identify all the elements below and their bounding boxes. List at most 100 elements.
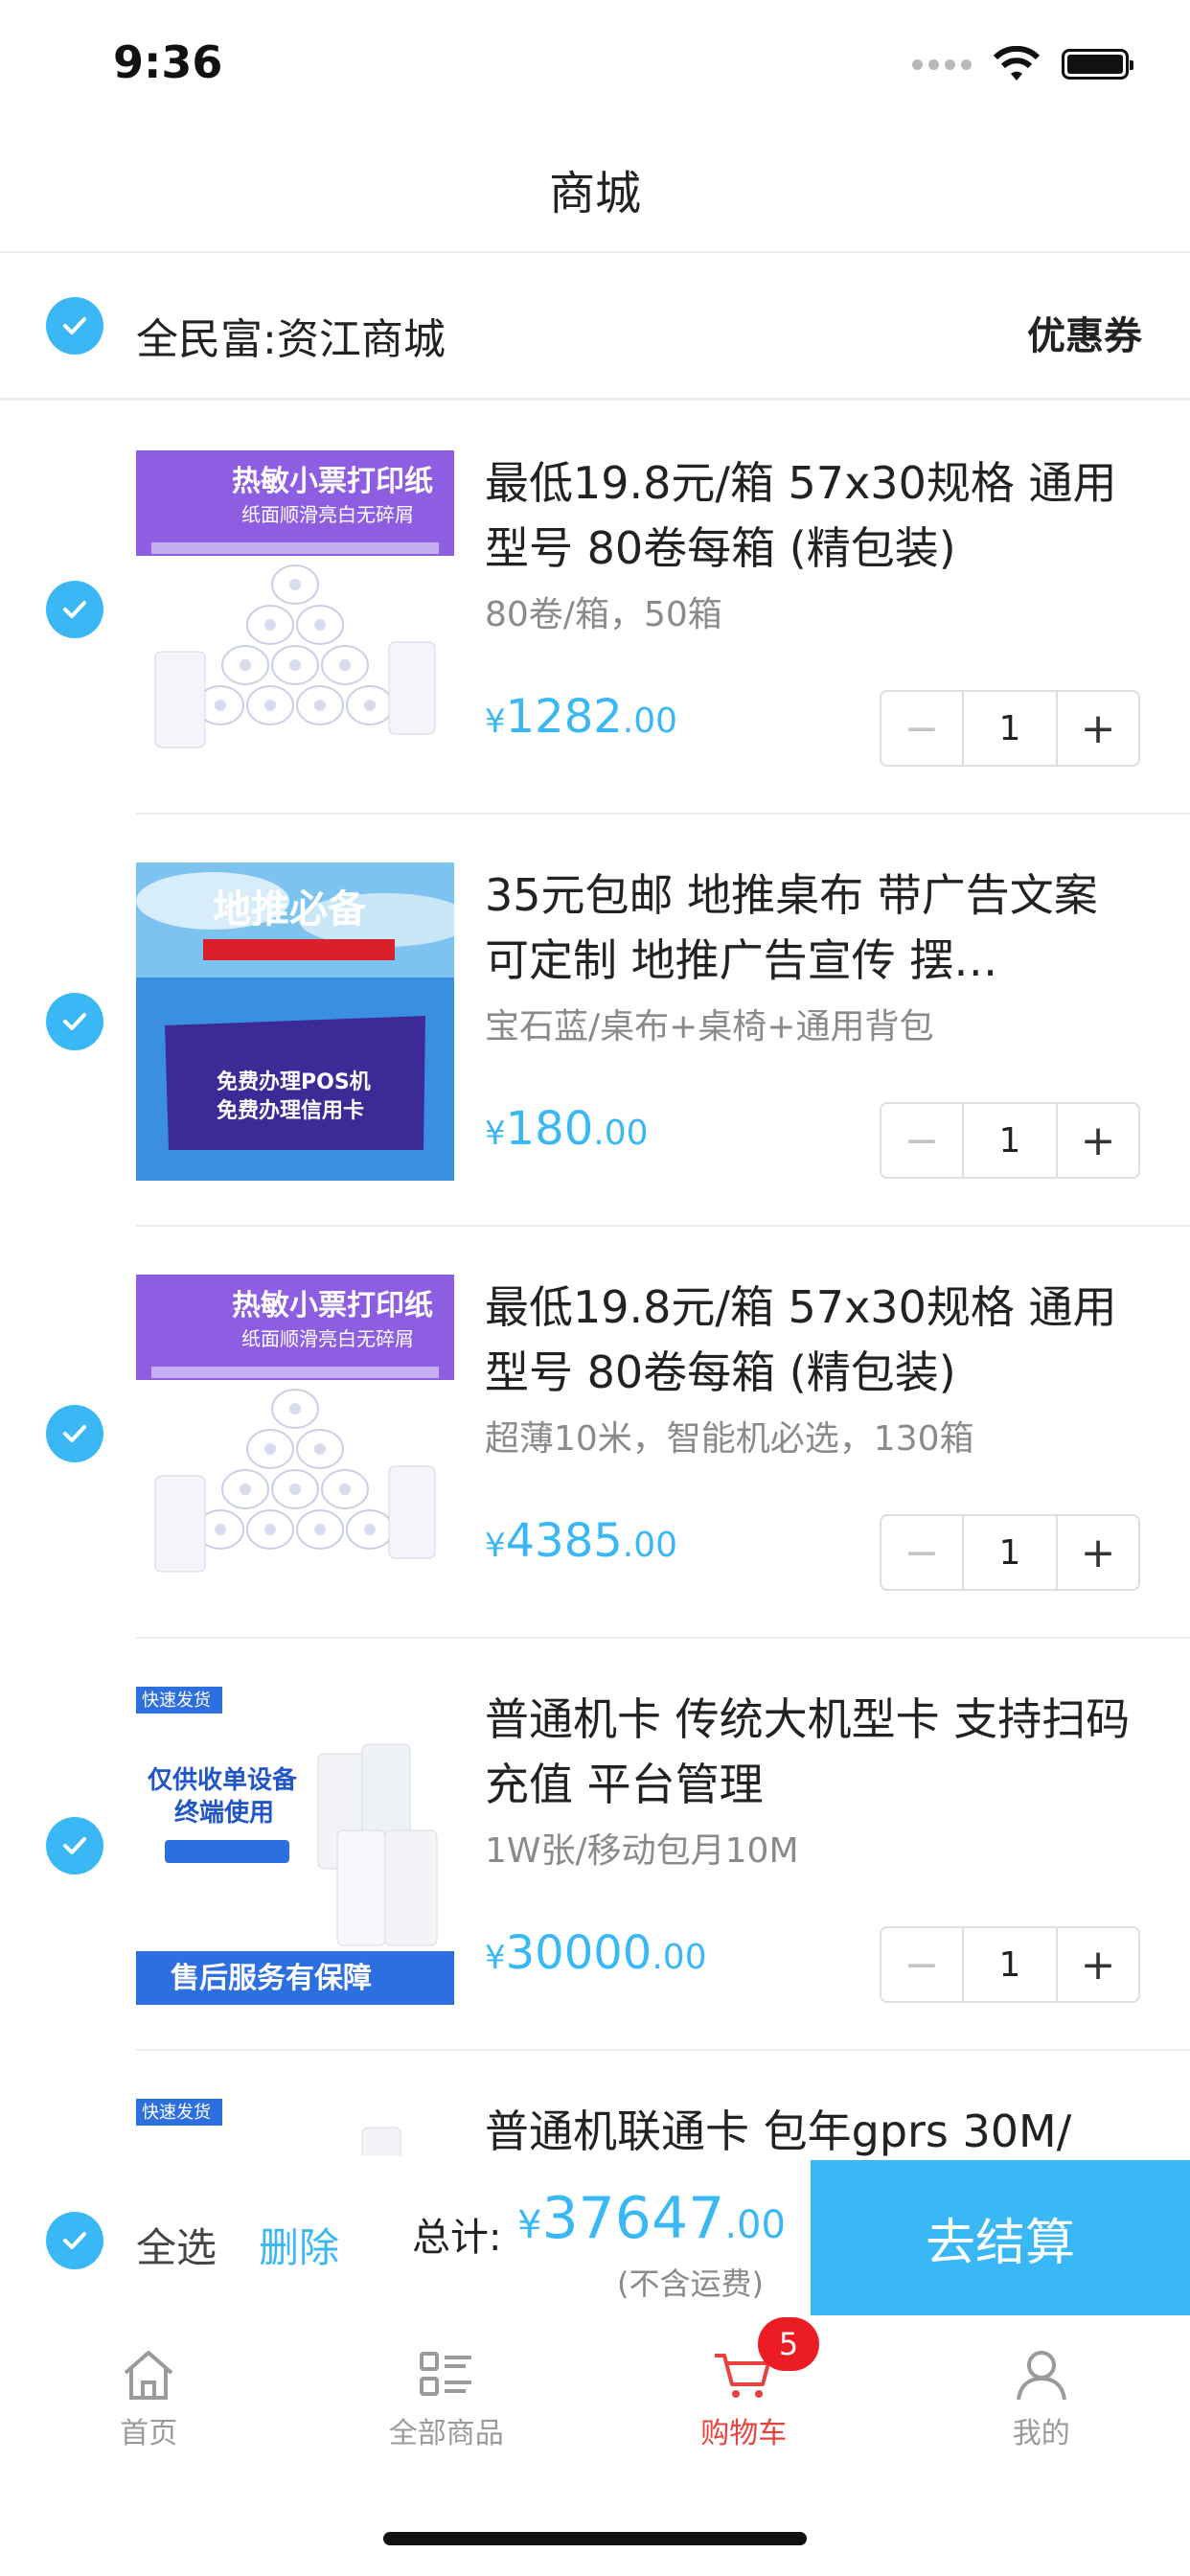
tab-label: 我的 bbox=[1012, 2417, 1070, 2450]
product-title[interactable]: 35元包邮 地推桌布 带广告文案 可定制 地推广告宣传 摆… bbox=[485, 862, 1136, 993]
item-select-checkbox[interactable] bbox=[46, 1405, 103, 1462]
increase-button[interactable]: + bbox=[1056, 1516, 1138, 1589]
cart-item[interactable]: 热敏小票打印纸 纸面顺滑亮白无碎屑 最低19.8元/箱 57x30规格 通用型号… bbox=[0, 402, 1190, 815]
product-title[interactable]: 最低19.8元/箱 57x30规格 通用型号 80卷每箱 (精包装) bbox=[485, 450, 1136, 581]
quantity-stepper[interactable]: − 1 + bbox=[880, 1102, 1140, 1179]
item-select-checkbox[interactable] bbox=[46, 581, 103, 638]
price-decimal: .00 bbox=[652, 1938, 707, 1977]
tab-cart[interactable]: 5 购物车 bbox=[595, 2315, 893, 2484]
store-name[interactable]: 全民富:资江商城 bbox=[136, 305, 446, 366]
tab-bar: 首页 全部商品 5 购物车 我的 bbox=[0, 2315, 1190, 2484]
tab-mine[interactable]: 我的 bbox=[893, 2315, 1190, 2484]
decrease-button[interactable]: − bbox=[881, 1104, 964, 1177]
product-image: 热敏小票打印纸 纸面顺滑亮白无碎屑 bbox=[136, 450, 454, 769]
svg-text:终端使用: 终端使用 bbox=[174, 1798, 274, 1828]
checkout-button[interactable]: 去结算 bbox=[811, 2160, 1190, 2315]
svg-text:售后服务有保障: 售后服务有保障 bbox=[171, 1962, 372, 1995]
increase-button[interactable]: + bbox=[1056, 692, 1138, 765]
price-currency: ¥ bbox=[485, 1939, 506, 1977]
quantity-value[interactable]: 1 bbox=[964, 692, 1056, 765]
product-title[interactable]: 普通机卡 传统大机型卡 支持扫码充值 平台管理 bbox=[485, 1687, 1136, 1817]
svg-text:纸面顺滑亮白无碎屑: 纸面顺滑亮白无碎屑 bbox=[241, 1327, 414, 1350]
price-currency: ¥ bbox=[485, 1527, 506, 1565]
svg-text:地推必备: 地推必备 bbox=[213, 887, 367, 932]
decrease-button[interactable]: − bbox=[881, 692, 964, 765]
delete-button[interactable]: 删除 bbox=[259, 2216, 339, 2274]
tab-all-products[interactable]: 全部商品 bbox=[298, 2315, 596, 2484]
status-time: 9:36 bbox=[113, 36, 223, 88]
list-icon bbox=[419, 2352, 471, 2396]
cart-item[interactable]: 快速发货 普通机联通卡 包年gprs 30M/ bbox=[0, 2051, 1190, 2156]
svg-text:免费办理信用卡: 免费办理信用卡 bbox=[217, 1098, 364, 1123]
product-spec: 80卷/箱，50箱 bbox=[485, 595, 722, 634]
quantity-stepper[interactable]: − 1 + bbox=[880, 690, 1140, 767]
price-integer: 1282 bbox=[505, 690, 623, 744]
cart-item[interactable]: 快速发货 仅供收单设备 终端使用 售后服务有保障 普通机卡 传统大机型卡 支持扫… bbox=[0, 1639, 1190, 2051]
product-price: ¥1282.00 bbox=[485, 690, 677, 744]
product-title[interactable]: 最低19.8元/箱 57x30规格 通用型号 80卷每箱 (精包装) bbox=[485, 1275, 1136, 1405]
home-indicator[interactable] bbox=[383, 2532, 807, 2545]
quantity-stepper[interactable]: − 1 + bbox=[880, 1514, 1140, 1591]
product-price: ¥4385.00 bbox=[485, 1514, 677, 1568]
product-spec: 超薄10米，智能机必选，130箱 bbox=[485, 1419, 974, 1459]
quantity-value[interactable]: 1 bbox=[964, 1516, 1056, 1589]
cart-item[interactable]: 地推必备 免费办理POS机 免费办理信用卡 35元包邮 地推桌布 带广告文案 可… bbox=[0, 815, 1190, 1227]
svg-text:快速发货: 快速发货 bbox=[142, 2103, 211, 2123]
tab-home[interactable]: 首页 bbox=[0, 2315, 298, 2484]
svg-text:免费办理POS机: 免费办理POS机 bbox=[217, 1070, 371, 1094]
home-icon bbox=[124, 2351, 173, 2400]
price-currency: ¥ bbox=[485, 702, 506, 741]
price-integer: 30000 bbox=[505, 1926, 652, 1980]
product-thumbnail[interactable]: 热敏小票打印纸 纸面顺滑亮白无碎屑 bbox=[136, 450, 454, 769]
cart-item[interactable]: 热敏小票打印纸 纸面顺滑亮白无碎屑 最低19.8元/箱 57x30规格 通用型号… bbox=[0, 1227, 1190, 1639]
check-icon bbox=[63, 1425, 86, 1442]
decrease-button[interactable]: − bbox=[881, 1928, 964, 2001]
increase-button[interactable]: + bbox=[1056, 1104, 1138, 1177]
product-price: ¥30000.00 bbox=[485, 1926, 707, 1980]
cart-list[interactable]: 热敏小票打印纸 纸面顺滑亮白无碎屑 最低19.8元/箱 57x30规格 通用型号… bbox=[0, 402, 1190, 2156]
decrease-button[interactable]: − bbox=[881, 1516, 964, 1589]
price-decimal: .00 bbox=[622, 702, 678, 741]
signal-icon bbox=[912, 58, 972, 70]
product-image: 快速发货 仅供收单设备 终端使用 售后服务有保障 bbox=[136, 1687, 454, 2005]
checkout-bar: 全选 删除 总计: ¥37647.00 (不含运费) 去结算 bbox=[0, 2160, 1190, 2315]
price-currency: ¥ bbox=[485, 1115, 506, 1153]
item-select-checkbox[interactable] bbox=[46, 1817, 103, 1874]
status-bar: 9:36 bbox=[0, 0, 1190, 126]
total-label: 总计: bbox=[412, 2216, 502, 2260]
product-title[interactable]: 普通机联通卡 包年gprs 30M/ bbox=[485, 2099, 1136, 2156]
product-thumbnail[interactable]: 快速发货 仅供收单设备 终端使用 售后服务有保障 bbox=[136, 1687, 454, 2005]
product-thumbnail[interactable]: 热敏小票打印纸 纸面顺滑亮白无碎屑 bbox=[136, 1275, 454, 1593]
product-image: 快速发货 bbox=[136, 2099, 454, 2156]
product-spec: 宝石蓝/桌布+桌椅+通用背包 bbox=[485, 1007, 934, 1046]
check-icon bbox=[63, 1837, 86, 1854]
tab-label: 全部商品 bbox=[388, 2417, 504, 2450]
product-thumbnail[interactable]: 地推必备 免费办理POS机 免费办理信用卡 bbox=[136, 862, 454, 1181]
quantity-value[interactable]: 1 bbox=[964, 1928, 1056, 2001]
status-icons bbox=[912, 46, 1133, 82]
item-select-checkbox[interactable] bbox=[46, 993, 103, 1050]
store-select-checkbox[interactable] bbox=[46, 297, 103, 355]
coupon-button[interactable]: 优惠券 bbox=[1027, 305, 1142, 360]
product-spec: 1W张/移动包月10M bbox=[485, 1831, 799, 1871]
select-all-label[interactable]: 全选 bbox=[136, 2216, 217, 2274]
page-title: 商城 bbox=[548, 167, 641, 220]
quantity-value[interactable]: 1 bbox=[964, 1104, 1056, 1177]
tab-label: 购物车 bbox=[700, 2417, 788, 2450]
store-header: 全民富:资江商城 优惠券 bbox=[0, 255, 1190, 401]
total-integer: 37647 bbox=[541, 2185, 725, 2252]
total-decimal: .00 bbox=[724, 2203, 786, 2247]
cart-count-badge: 5 bbox=[758, 2317, 819, 2371]
product-thumbnail[interactable]: 快速发货 bbox=[136, 2099, 454, 2156]
wifi-icon bbox=[993, 46, 1041, 80]
battery-icon bbox=[1062, 49, 1133, 80]
select-all-checkbox[interactable] bbox=[46, 2212, 103, 2269]
tab-label: 首页 bbox=[120, 2417, 178, 2450]
shipping-note: (不含运费) bbox=[617, 2266, 764, 2302]
total-currency: ¥ bbox=[517, 2203, 542, 2247]
thumb-headline: 热敏小票打印纸 bbox=[232, 1289, 433, 1322]
quantity-stepper[interactable]: − 1 + bbox=[880, 1926, 1140, 2003]
increase-button[interactable]: + bbox=[1056, 1928, 1138, 2001]
price-integer: 4385 bbox=[505, 1514, 623, 1568]
svg-text:仅供收单设备: 仅供收单设备 bbox=[148, 1766, 298, 1795]
